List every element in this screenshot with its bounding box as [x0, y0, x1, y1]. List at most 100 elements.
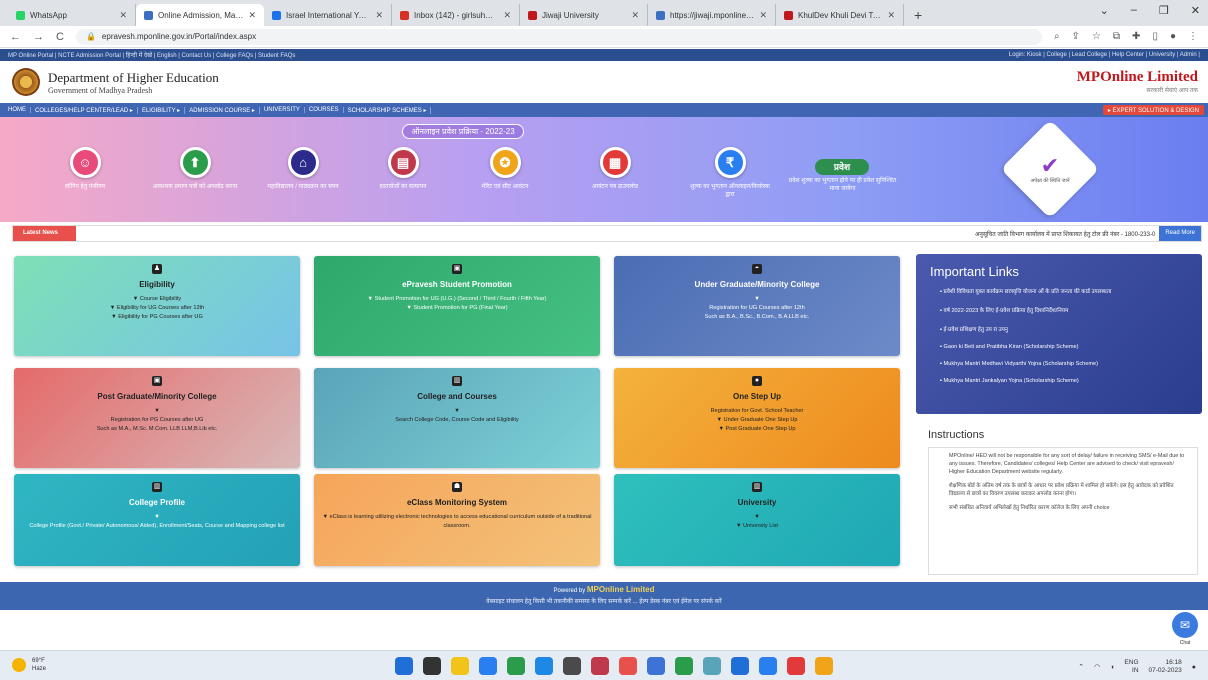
- language-indicator[interactable]: ENG IN: [1124, 659, 1138, 675]
- process-step[interactable]: ⌂ महाविद्यालय / पाठ्यक्रम का चयन: [258, 147, 348, 191]
- notification-icon[interactable]: ●: [1192, 664, 1196, 671]
- process-step[interactable]: ☺ लॉगिन हेतु पंजीयन: [40, 147, 130, 191]
- share-icon[interactable]: ⇪: [1072, 31, 1080, 42]
- process-step[interactable]: ▦ आवंटन पत्र डाउनलोड: [570, 147, 660, 191]
- tab-close-icon[interactable]: ✕: [759, 10, 767, 21]
- taskbar-app-icon[interactable]: [563, 657, 581, 675]
- card-link[interactable]: Such as B.A., B.Sc., B.Com., B.A.LLB etc…: [697, 313, 818, 322]
- tab-close-icon[interactable]: ✕: [887, 10, 895, 21]
- main-nav-item[interactable]: UNIVERSITY: [260, 107, 305, 113]
- browser-tab[interactable]: Inbox (142) - girlsuh@gmailcom ✕: [392, 4, 520, 26]
- taskbar-app-icon[interactable]: [451, 657, 469, 675]
- card-link[interactable]: Search College Code, Course Code and Eli…: [387, 416, 526, 425]
- important-link[interactable]: Gaon ki Beti and Pratibha Kiran (Scholar…: [940, 344, 1190, 350]
- card-link[interactable]: Registration for PG Courses after UG: [103, 416, 212, 425]
- new-tab-button[interactable]: +: [904, 4, 932, 26]
- tab-close-icon[interactable]: ✕: [631, 10, 639, 21]
- tray-chevron-icon[interactable]: ⌃: [1078, 663, 1084, 671]
- taskbar-app-icon[interactable]: [731, 657, 749, 675]
- close-icon[interactable]: ✕: [1191, 4, 1200, 17]
- card-link[interactable]: ▼: [746, 513, 768, 522]
- important-link[interactable]: Mukhya Mantri Medhavi Vidyarthi Yojna (S…: [940, 361, 1190, 367]
- instructions-box[interactable]: MPOnline/ HED will not be responsible fo…: [928, 447, 1198, 575]
- tab-close-icon[interactable]: ✕: [375, 10, 383, 21]
- back-icon[interactable]: ←: [10, 31, 21, 43]
- card-link[interactable]: ▼: [146, 407, 168, 416]
- process-step[interactable]: ⬆ आवश्यक प्रमाण पत्रों को अपलोड करना: [150, 147, 240, 191]
- card-link[interactable]: Such as M.A., M.Sc. M.Com. LLB LLM,B.Lib…: [89, 425, 226, 434]
- tab-close-icon[interactable]: ✕: [503, 10, 511, 21]
- card-link[interactable]: ▼ University List: [728, 522, 786, 531]
- service-card[interactable]: ☗ eClass Monitoring System ▼ eClass is lea…: [314, 474, 600, 566]
- status-diamond-content[interactable]: ✔ अपेक्षा की स्थिति जानें: [1026, 145, 1074, 193]
- process-step[interactable]: ▤ दस्तावेजों का सत्यापन: [358, 147, 448, 191]
- extension-icon[interactable]: ⧉: [1113, 31, 1120, 42]
- chat-label[interactable]: Chat: [1172, 640, 1198, 646]
- card-link[interactable]: College Profile (Govt./ Private/ Autonom…: [21, 522, 292, 531]
- taskbar-app-icon[interactable]: [395, 657, 413, 675]
- main-nav-item[interactable]: SCHOLARSHIP SCHEMES ▸: [344, 106, 432, 114]
- browser-tab[interactable]: Israel International Year of Mill ✕: [264, 4, 392, 26]
- puzzle-icon[interactable]: ✚: [1132, 31, 1140, 42]
- browser-tab[interactable]: Online Admission, Madhya Prad ✕: [136, 4, 264, 26]
- taskbar-app-icon[interactable]: [787, 657, 805, 675]
- reload-icon[interactable]: C: [56, 31, 64, 43]
- powered-by-brand[interactable]: MPOnline Limited: [587, 585, 655, 594]
- card-link[interactable]: ▼: [746, 295, 768, 304]
- utility-links[interactable]: MP Online Portal | NCTE Admission Portal…: [8, 51, 295, 59]
- main-nav-item[interactable]: HOME: [4, 107, 31, 113]
- taskbar-app-icon[interactable]: [591, 657, 609, 675]
- weather-widget[interactable]: 69°F Haze: [12, 657, 46, 673]
- taskbar-app-icon[interactable]: [647, 657, 665, 675]
- url-field[interactable]: 🔒 epravesh.mponline.gov.in/Portal/index.…: [75, 28, 1042, 45]
- card-link[interactable]: ▼ Post Graduate One Step Up: [710, 425, 803, 434]
- main-nav-item[interactable]: ELIGIBILITY ▸: [138, 106, 186, 114]
- service-card[interactable]: ▥ College and Courses ▼ Search College Code…: [314, 368, 600, 468]
- read-more-button[interactable]: Read More: [1159, 226, 1201, 241]
- browser-tab[interactable]: WhatsApp ✕: [8, 4, 136, 26]
- service-card[interactable]: ● One Step Up Registration for Govt. Schoo…: [614, 368, 900, 468]
- news-ticker[interactable]: अनुसूचित जाति विभाग कार्यालय में प्राप्त…: [76, 230, 1159, 238]
- service-card[interactable]: ▥ University ▼ ▼ University List: [614, 474, 900, 566]
- menu-icon[interactable]: ⋮: [1188, 31, 1198, 42]
- clock[interactable]: 16:18 07-02-2023: [1149, 659, 1182, 675]
- taskbar-app-icon[interactable]: [619, 657, 637, 675]
- sidebar-icon[interactable]: ▯: [1152, 31, 1158, 42]
- restore-icon[interactable]: ❐: [1159, 4, 1169, 17]
- service-card[interactable]: ♟ Eligibility ▼ Course Eligibility ▼ Eligib…: [14, 256, 300, 356]
- card-link[interactable]: ▼ Eligibility for PG Courses after UG: [103, 313, 211, 322]
- minimize-icon[interactable]: –: [1131, 4, 1137, 17]
- taskbar-app-icon[interactable]: [507, 657, 525, 675]
- important-link[interactable]: प्रवेशी विविधता युक्त कार्यक्रम छात्रवृत…: [940, 287, 1190, 295]
- expert-solution-button[interactable]: ▸ EXPERT SOLUTION & DESIGN: [1102, 105, 1204, 115]
- card-link[interactable]: ▼ Eligibility for UG Courses after 12th: [102, 304, 212, 313]
- browser-tab[interactable]: Jiwaji University ✕: [520, 4, 648, 26]
- card-link[interactable]: ▼ Student Promotion for UG (U.G.) (Secon…: [360, 295, 555, 304]
- browser-tab[interactable]: KhulDev Khuli Devi To Uncoh ✕: [776, 4, 904, 26]
- taskbar-app-icon[interactable]: [675, 657, 693, 675]
- card-link[interactable]: Registration for Govt. School Teacher: [703, 407, 812, 416]
- minimize-chevron-icon[interactable]: ⌄: [1100, 4, 1109, 17]
- mponline-logo[interactable]: MPOnline Limited सरकारी सेवाएं आप तक: [1077, 69, 1198, 94]
- main-nav-item[interactable]: COLLEGES/HELP CENTER/LEAD ▸: [31, 106, 138, 114]
- service-card[interactable]: ▣ Post Graduate/Minority College ▼ Registra…: [14, 368, 300, 468]
- taskbar-app-icon[interactable]: [535, 657, 553, 675]
- taskbar-app-icon[interactable]: [815, 657, 833, 675]
- browser-tab[interactable]: https://jiwaji.mponline.gov.in/ ✕: [648, 4, 776, 26]
- main-nav-item[interactable]: ADMISSION COURSE ▸: [185, 106, 260, 114]
- forward-icon[interactable]: →: [33, 31, 44, 43]
- card-link[interactable]: ▼: [446, 407, 468, 416]
- service-card[interactable]: ▥ College Profile ▼ College Profile (Govt./…: [14, 474, 300, 566]
- card-link[interactable]: ▼ Course Eligibility: [125, 295, 189, 304]
- taskbar-app-icon[interactable]: [423, 657, 441, 675]
- process-step[interactable]: ✪ मेरिट एवं सीट आवंटन: [460, 147, 550, 191]
- main-nav-item[interactable]: COURSES: [305, 107, 344, 113]
- taskbar-app-icon[interactable]: [703, 657, 721, 675]
- important-link[interactable]: वर्ष 2022-2023 के लिए ई-प्रवेश प्रक्रिया…: [940, 306, 1190, 314]
- card-link[interactable]: ▼ Under Graduate One Step Up: [708, 416, 805, 425]
- star-icon[interactable]: ☆: [1092, 31, 1101, 42]
- important-link[interactable]: ई-प्रवेश प्रशिक्षण हेतु उप रा उपनु: [940, 325, 1190, 333]
- card-link[interactable]: ▼: [146, 513, 168, 522]
- profile-icon[interactable]: ●: [1170, 31, 1176, 42]
- wifi-icon[interactable]: ◠: [1094, 663, 1100, 671]
